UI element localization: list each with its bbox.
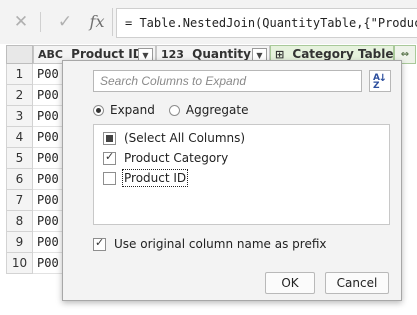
prefix-checkbox[interactable] (93, 236, 106, 251)
column-label: Category Table (292, 47, 394, 61)
ok-button[interactable]: OK (265, 272, 315, 294)
fx-icon[interactable]: fx (86, 10, 108, 34)
list-item-select-all[interactable]: (Select All Columns) (103, 129, 245, 147)
checkmark-icon[interactable]: ✓ (54, 10, 76, 34)
formula-input[interactable]: = Table.NestedJoin(QuantityTable,{"Produ… (116, 8, 417, 38)
list-item-product-category[interactable]: Product Category (103, 149, 228, 167)
row-number[interactable]: 1 (6, 64, 33, 85)
list-item-label: (Select All Columns) (124, 131, 246, 145)
select-all-checkbox[interactable] (103, 131, 116, 145)
column-label: Quantity (192, 47, 251, 61)
row-number[interactable]: 7 (6, 190, 33, 211)
list-item-product-id[interactable]: Product ID (103, 169, 189, 187)
formula-divider (112, 8, 113, 36)
text-type-icon[interactable]: ABC (38, 46, 63, 63)
aggregate-radio-label[interactable]: Aggregate (186, 103, 249, 117)
arrow-down-icon: ↓ (378, 73, 387, 84)
formula-divider (40, 12, 41, 32)
list-item-label: Product ID (121, 169, 189, 187)
product-id-checkbox[interactable] (103, 171, 116, 185)
cancel-button[interactable]: Cancel (325, 272, 389, 294)
search-columns-input[interactable] (94, 71, 361, 91)
sort-az-icon[interactable]: A Z ↓ (369, 70, 391, 92)
row-number[interactable]: 4 (6, 127, 33, 148)
expand-mode-group: Expand Aggregate (93, 101, 262, 119)
table-corner-menu[interactable] (6, 45, 33, 64)
search-field[interactable] (93, 70, 362, 92)
expand-radio-label[interactable]: Expand (110, 103, 155, 117)
aggregate-radio[interactable] (168, 104, 180, 116)
expand-columns-popup: A Z ↓ Expand Aggregate (Select All Colum… (62, 60, 402, 301)
row-number[interactable]: 8 (6, 211, 33, 232)
row-number[interactable]: 10 (6, 253, 33, 274)
row-number[interactable]: 3 (6, 106, 33, 127)
formula-bar: ✕ ✓ fx = Table.NestedJoin(QuantityTable,… (0, 0, 417, 45)
row-number[interactable]: 5 (6, 148, 33, 169)
row-number[interactable]: 9 (6, 232, 33, 253)
expand-radio[interactable] (93, 104, 104, 116)
prefix-label: Use original column name as prefix (114, 237, 327, 251)
row-number[interactable]: 2 (6, 85, 33, 106)
prefix-option[interactable]: Use original column name as prefix (93, 235, 326, 253)
columns-list: (Select All Columns) Product Category Pr… (93, 124, 390, 225)
list-item-label: Product Category (124, 151, 229, 165)
close-icon[interactable]: ✕ (10, 10, 32, 34)
row-number[interactable]: 6 (6, 169, 33, 190)
product-category-checkbox[interactable] (103, 150, 116, 165)
column-label: Product ID (71, 47, 143, 61)
